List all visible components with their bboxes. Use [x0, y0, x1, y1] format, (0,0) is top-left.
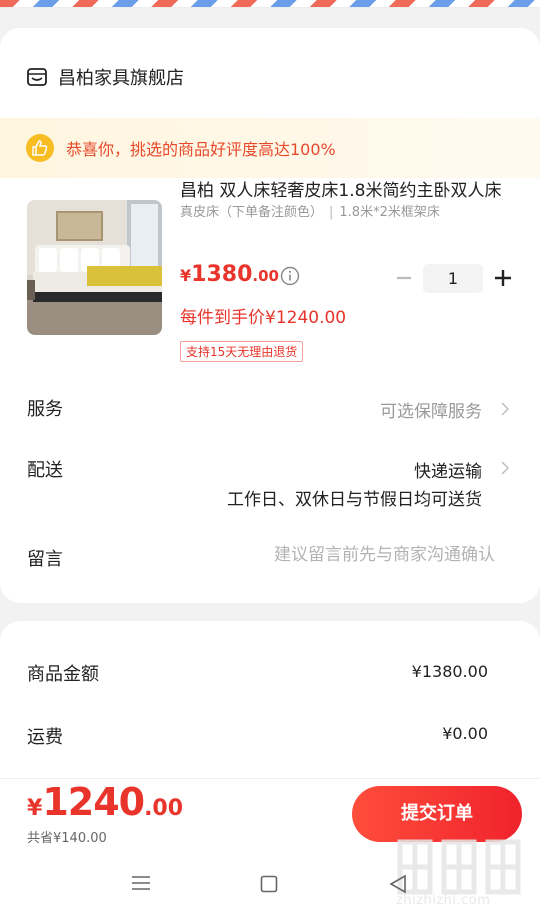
product-price: ¥1380.00 [180, 262, 279, 287]
total-decimal: .00 [144, 796, 184, 821]
increase-quantity-button[interactable] [490, 263, 516, 293]
bed-product-image[interactable] [27, 200, 162, 335]
product-spec-color: 真皮床（下单备注颜色） [180, 205, 324, 220]
decrease-quantity-button[interactable] [392, 263, 416, 293]
goods-amount-label: 商品金额 [27, 664, 99, 685]
shop-header[interactable]: 昌柏家具旗舰店 [26, 64, 184, 90]
service-chevron-right-icon [501, 402, 509, 416]
delivery-time-note: 工作日、双休日与节假日均可送货 [227, 490, 482, 510]
summary-card [0, 621, 540, 791]
service-value[interactable]: 可选保障服务 [380, 397, 482, 422]
deal-price: 每件到手价¥1240.00 [180, 308, 347, 328]
info-icon[interactable] [280, 266, 300, 286]
shop-icon [27, 68, 47, 86]
price-currency: ¥ [180, 266, 192, 285]
total-price: ¥1240.00 [27, 780, 183, 824]
message-input[interactable] [205, 545, 495, 565]
shipping-fee-value: ¥0.00 [442, 724, 488, 743]
price-decimal: .00 [252, 267, 279, 285]
delivery-label: 配送 [27, 460, 63, 481]
rating-banner-text: 恭喜你，挑选的商品好评度高达100% [66, 140, 336, 159]
quantity-input[interactable]: 1 [423, 264, 483, 293]
thumbs-up-icon [26, 134, 54, 162]
product-spec: 真皮床（下单备注颜色） | 1.8米*2米框架床 [180, 205, 440, 220]
service-label: 服务 [27, 399, 63, 420]
back-icon[interactable] [389, 874, 407, 894]
return-policy-tag: 支持15天无理由退货 [180, 341, 304, 362]
message-label: 留言 [27, 549, 63, 570]
shipping-fee-label: 运费 [27, 727, 63, 748]
watermark-text: zhizhizhi.com [396, 893, 491, 908]
rating-banner: 恭喜你，挑选的商品好评度高达100% [0, 118, 540, 178]
delivery-value[interactable]: 快递运输 [414, 457, 482, 482]
product-title[interactable]: 昌柏 双人床轻奢皮床1.8米简约主卧双人床 [180, 176, 505, 201]
menu-icon[interactable] [131, 874, 151, 892]
home-icon[interactable] [260, 875, 278, 893]
product-spec-size: 1.8米*2米框架床 [339, 205, 440, 220]
price-integer: 1380 [191, 262, 253, 287]
goods-amount-value: ¥1380.00 [411, 662, 488, 681]
shop-name: 昌柏家具旗舰店 [58, 68, 184, 89]
total-saving: 共省¥140.00 [27, 831, 107, 846]
total-currency: ¥ [27, 796, 43, 821]
total-integer: 1240 [42, 780, 145, 824]
airmail-border [0, 0, 540, 8]
delivery-chevron-right-icon [501, 461, 509, 475]
